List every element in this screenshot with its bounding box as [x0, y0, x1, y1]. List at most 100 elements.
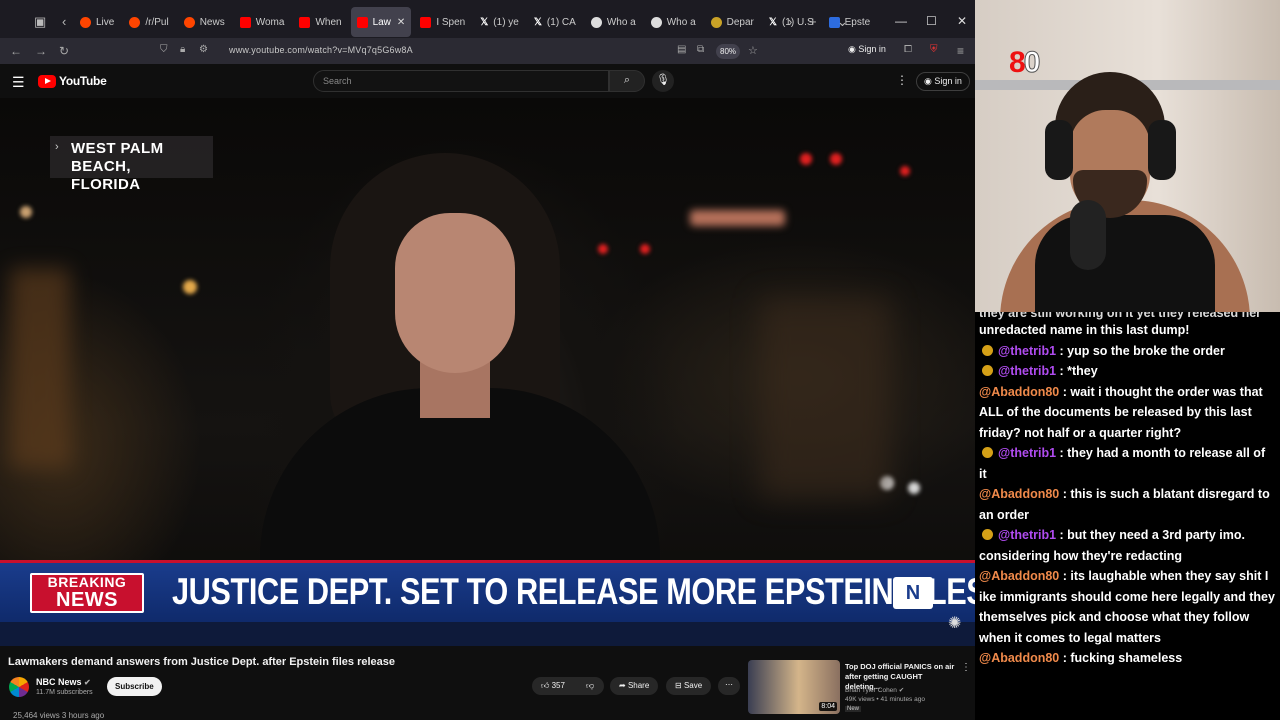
browser-window: ▣ ‹ Live/r/Pul News Woma When Law ✕ I Spen 𝕏 (1)…: [0, 0, 975, 720]
browser-tab[interactable]: Who a: [645, 7, 702, 37]
back-icon[interactable]: ←: [10, 44, 22, 58]
browser-tab[interactable]: Law ✕: [350, 7, 412, 37]
screenshot-icon[interactable]: ⧉: [697, 44, 704, 55]
search-input[interactable]: Search: [313, 70, 609, 92]
x-icon: 𝕏: [533, 16, 542, 28]
browser-tab[interactable]: 𝕏 (1) CA: [528, 7, 582, 37]
video-player[interactable]: › WEST PALM BEACH, FLORIDA BREAKING NEWS…: [0, 98, 975, 646]
browser-tab[interactable]: Depar: [705, 7, 760, 37]
voice-search-button[interactable]: 🎙︎: [652, 70, 674, 92]
chat-username[interactable]: @Abaddon80: [979, 651, 1059, 665]
browser-tab[interactable]: Who a: [585, 7, 642, 37]
bookmark-star-icon[interactable]: ☆: [748, 44, 758, 57]
browser-tab[interactable]: /r/Pul: [123, 7, 174, 37]
location-line-1: WEST PALM BEACH,: [71, 140, 164, 175]
city-light: [690, 210, 785, 226]
minimize-icon[interactable]: —: [895, 14, 907, 28]
youtube-icon: [239, 16, 251, 28]
breaking-label: BREAKING: [47, 574, 127, 590]
close-tab-icon[interactable]: ✕: [397, 17, 405, 28]
list-tabs-icon[interactable]: ⌄: [837, 14, 848, 30]
shield-icon[interactable]: ⛉: [160, 44, 168, 55]
tab-scroll-left-icon[interactable]: ‹: [62, 14, 66, 29]
share-button[interactable]: ➦ Share: [610, 677, 659, 695]
chat-message: @thetrib1 : but they need a 3rd party im…: [979, 525, 1276, 566]
lock-icon[interactable]: 🔒︎: [180, 44, 185, 55]
account-icon: ◉: [924, 76, 935, 86]
chat-username[interactable]: @Abaddon80: [979, 385, 1059, 399]
permissions-icon[interactable]: ⚙: [199, 44, 208, 55]
more-horizontal-icon: ⋯: [725, 680, 733, 689]
city-light: [908, 482, 920, 494]
subscriber-badge-icon: [982, 344, 993, 356]
search-button[interactable]: ⌕: [609, 70, 645, 92]
browser-tab[interactable]: News: [178, 7, 231, 37]
browser-sign-in[interactable]: ◉ Sign in: [848, 44, 886, 55]
verified-icon: ✔: [84, 678, 91, 687]
city-light: [830, 153, 842, 165]
more-options-icon[interactable]: ⋮: [896, 73, 908, 87]
like-button[interactable]: 👍︎ 357: [532, 677, 580, 695]
browser-sign-in-label: Sign in: [858, 44, 886, 54]
channel-avatar[interactable]: [9, 677, 29, 697]
dislike-button[interactable]: 👎︎: [580, 677, 604, 695]
guide-menu-icon[interactable]: ☰: [12, 74, 25, 91]
tab-label: Epste: [844, 16, 871, 28]
city-light: [800, 153, 812, 165]
channel-name[interactable]: NBC News ✔: [36, 677, 91, 687]
tab-label: (1) CA: [546, 16, 576, 28]
chat-partial-line: they are still working on it yet they re…: [979, 312, 1262, 320]
more-actions-button[interactable]: ⋯: [718, 677, 740, 695]
reload-icon[interactable]: ↻: [59, 44, 69, 58]
close-window-icon[interactable]: ✕: [957, 14, 967, 28]
recommended-thumbnail[interactable]: 8:04: [748, 660, 840, 714]
ublock-icon[interactable]: ⛨: [930, 44, 938, 55]
peacock-icon: ✺: [948, 615, 962, 632]
subscriber-count: 11.7M subscribers: [36, 689, 93, 696]
browser-tab[interactable]: Woma: [234, 7, 291, 37]
github-icon: [590, 16, 602, 28]
app-menu-icon[interactable]: ≡: [957, 44, 964, 58]
youtube-sign-in-button[interactable]: ◉ Sign in: [916, 72, 970, 91]
new-tab-icon[interactable]: +: [809, 14, 817, 29]
x-icon: 𝕏: [768, 16, 777, 28]
browser-tab[interactable]: Epste: [823, 7, 877, 37]
tab-label: (1) ye: [493, 16, 519, 28]
city-light: [598, 244, 608, 254]
tab-overview-icon[interactable]: ▣: [34, 14, 46, 30]
browser-tab[interactable]: When: [293, 7, 347, 37]
browser-tab[interactable]: I Spen: [414, 7, 471, 37]
subscribe-button[interactable]: Subscribe: [107, 677, 162, 696]
city-light: [20, 206, 32, 218]
forward-icon[interactable]: →: [35, 44, 47, 58]
lower-strip: [0, 622, 975, 646]
extensions-icon[interactable]: ⧠: [904, 44, 912, 55]
browser-tab[interactable]: 𝕏 (1) ye: [474, 7, 525, 37]
lit-building: [10, 268, 70, 468]
chat-username[interactable]: @thetrib1: [998, 446, 1056, 460]
save-button[interactable]: ⊟ Save: [666, 677, 712, 695]
maximize-icon[interactable]: ☐: [926, 14, 937, 28]
breaking-news-badge: BREAKING NEWS: [30, 573, 144, 613]
city-light: [640, 244, 650, 254]
navigation-bar: ← → ↻ ⛉ 🔒︎ ⚙ www.youtube.com/watch?v=MVq…: [0, 38, 975, 64]
zoom-level[interactable]: 80%: [716, 44, 741, 59]
tab-scroll-right-icon[interactable]: ›: [788, 14, 792, 29]
chat-username[interactable]: @thetrib1: [998, 364, 1056, 378]
streamer-tank-top: [1035, 215, 1215, 312]
chat-username[interactable]: @Abaddon80: [979, 487, 1059, 501]
reader-view-icon[interactable]: ▤: [677, 44, 686, 55]
chat-username[interactable]: @thetrib1: [998, 344, 1056, 358]
address-bar[interactable]: www.youtube.com/watch?v=MVq7q5G6w8A: [229, 45, 413, 55]
recommended-menu-icon[interactable]: ⋮: [961, 662, 971, 673]
account-icon: ◉: [848, 44, 859, 54]
share-icon: ➦: [619, 681, 626, 690]
browser-tab[interactable]: Live: [74, 7, 120, 37]
youtube-logo[interactable]: YouTube: [38, 74, 107, 88]
chat-username[interactable]: @Abaddon80: [979, 569, 1059, 583]
youtube-sign-in-label: Sign in: [934, 76, 962, 86]
chat-username[interactable]: @thetrib1: [998, 528, 1056, 542]
recommended-channel[interactable]: Brian Tyler Cohen ✔: [845, 686, 904, 694]
reporter-face: [395, 213, 515, 373]
verified-icon: ✔: [898, 687, 905, 694]
